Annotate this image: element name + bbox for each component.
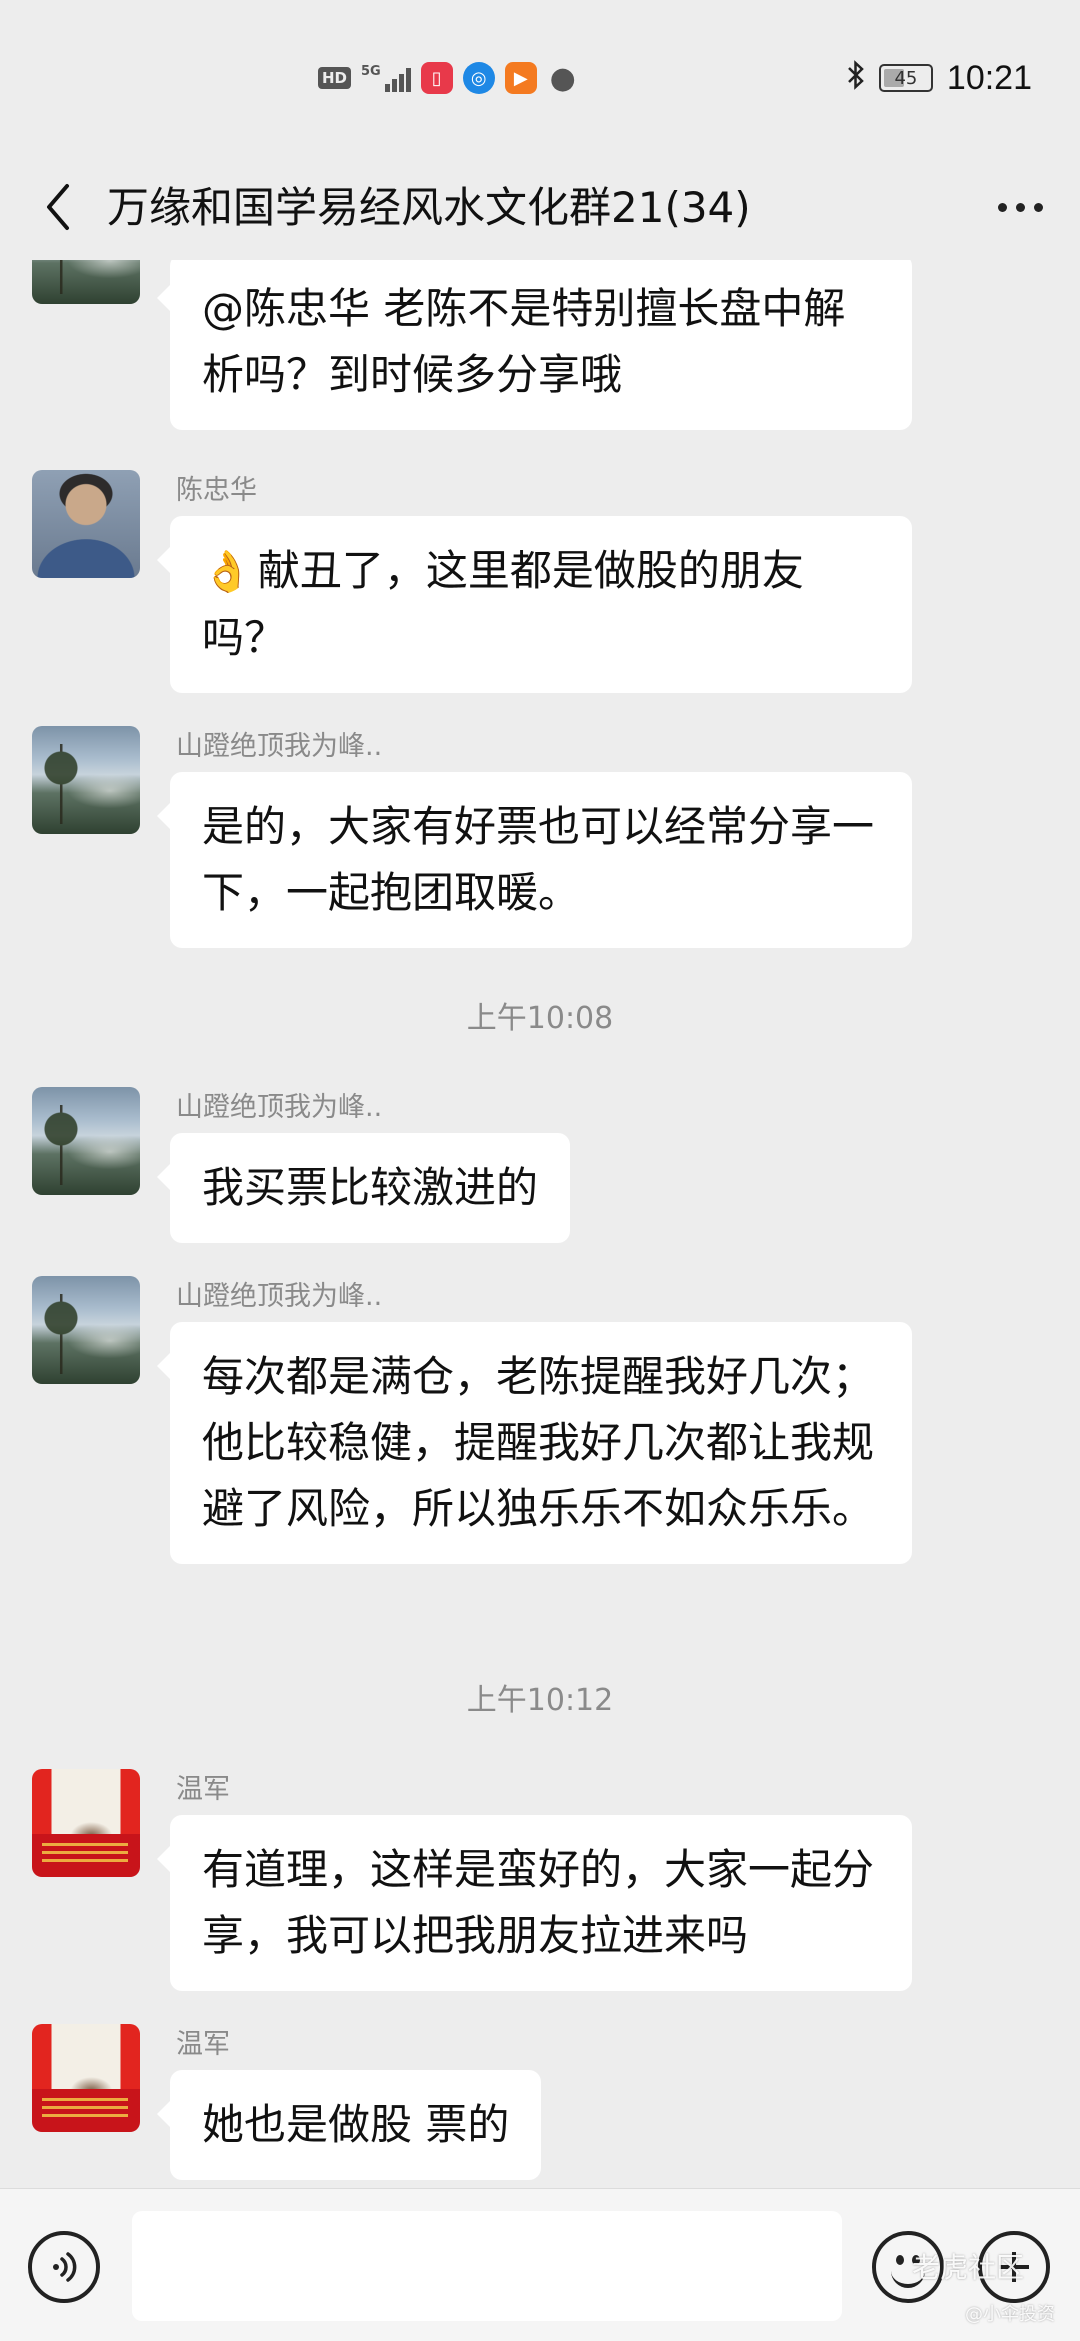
ok-hand-icon: 👌 <box>202 549 252 595</box>
message-bubble[interactable]: 每次都是满仓，老陈提醒我好几次；他比较稳健，提醒我好几次都让我规避了风险，所以独… <box>157 1322 912 1564</box>
voice-icon <box>53 2252 77 2282</box>
status-bar: HD 5G ▯ ◎ ▶ ● 45 10:21 <box>0 0 1080 155</box>
bluetooth-icon <box>847 59 865 97</box>
message-input[interactable] <box>132 2211 842 2321</box>
clock: 10:21 <box>946 58 1032 97</box>
sender-name: 山蹬绝顶我为峰.. <box>176 731 383 762</box>
voice-input-button[interactable] <box>28 2231 100 2303</box>
watermark: 老虎社区 <box>912 2251 1025 2284</box>
message-text: 献丑了，这里都是做股的朋友吗？ <box>202 546 804 662</box>
signal-icon: 5G <box>361 65 411 92</box>
status-icons: HD 5G ▯ ◎ ▶ ● <box>318 58 579 98</box>
message-list[interactable]: @陈忠华 老陈不是特别擅长盘中解析吗？到时候多分享哦 陈忠华 👌 献丑了，这里都是… <box>0 260 1080 2188</box>
message-bubble[interactable]: @陈忠华 老陈不是特别擅长盘中解析吗？到时候多分享哦 <box>157 260 912 430</box>
avatar[interactable] <box>32 2024 140 2132</box>
message-bubble[interactable]: 我买票比较激进的 <box>156 1133 571 1243</box>
message-bubble[interactable]: 是的，大家有好票也可以经常分享一下，一起抱团取暖。 <box>157 772 912 948</box>
timestamp: 上午10:12 <box>466 1683 614 1718</box>
avatar[interactable] <box>32 1087 140 1195</box>
sender-name: 温军 <box>176 2029 230 2060</box>
sender-name: 山蹬绝顶我为峰.. <box>176 1281 383 1312</box>
network-type: 5G <box>361 63 381 79</box>
watermark-sub: @小伞投资 <box>965 2304 1055 2325</box>
message-bubble[interactable]: 她也是做股 票的 <box>156 2070 542 2180</box>
sender-name: 陈忠华 <box>176 475 257 506</box>
sender-name: 山蹬绝顶我为峰.. <box>176 1092 383 1123</box>
more-dot-icon <box>997 202 1007 212</box>
message-text: 她也是做股 票的 <box>202 2100 510 2149</box>
sender-name: 温军 <box>176 1774 230 1805</box>
back-button[interactable] <box>28 177 88 237</box>
message-bubble[interactable]: 有道理，这样是蛮好的，大家一起分享，我可以把我朋友拉进来吗 <box>157 1815 912 1991</box>
chat-header: 万缘和国学易经风水文化群21(34) <box>0 155 1080 260</box>
chat-title: 万缘和国学易经风水文化群21(34) <box>107 183 751 232</box>
back-arrow-icon <box>47 184 69 230</box>
reader-app-icon: ▯ <box>420 62 453 94</box>
battery-level: 45 <box>894 67 918 89</box>
battery-icon: 45 <box>878 64 933 92</box>
more-options-button[interactable] <box>988 177 1052 237</box>
avatar[interactable] <box>32 1769 140 1877</box>
browser-app-icon: ◎ <box>462 62 495 94</box>
message-bubble[interactable]: 👌 献丑了，这里都是做股的朋友吗？ <box>157 516 912 693</box>
emoji-icon <box>896 2255 904 2265</box>
avatar[interactable] <box>32 726 140 834</box>
hd-icon: HD <box>318 67 352 89</box>
message-text: 是的，大家有好票也可以经常分享一下，一起抱团取暖。 <box>202 802 875 917</box>
avatar[interactable] <box>32 260 140 304</box>
avatar[interactable] <box>32 1276 140 1384</box>
message-text: 有道理，这样是蛮好的，大家一起分享，我可以把我朋友拉进来吗 <box>202 1845 875 1960</box>
video-app-icon: ▶ <box>504 62 537 94</box>
status-right: 45 10:21 <box>847 58 1032 98</box>
message-text: 我买票比较激进的 <box>202 1163 539 1212</box>
message-text: @陈忠华 老陈不是特别擅长盘中解析吗？到时候多分享哦 <box>202 284 846 399</box>
chat-bubble-icon: ● <box>549 60 576 96</box>
message-text: 每次都是满仓，老陈提醒我好几次；他比较稳健，提醒我好几次都让我规避了风险，所以独… <box>202 1352 875 1533</box>
avatar[interactable] <box>32 470 140 578</box>
timestamp: 上午10:08 <box>466 1001 614 1036</box>
